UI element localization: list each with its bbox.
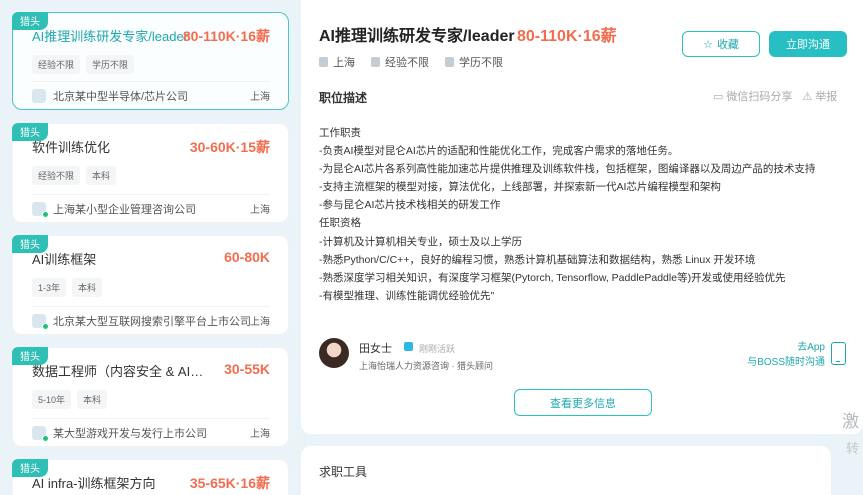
recruiter-company: 上海怡瑞人力资源咨询 · 猎头顾问 [359,361,493,371]
watermark-text: 激 [842,412,859,431]
company-city: 上海 [250,92,270,103]
app-promo-line: 去App [797,342,825,353]
app-promo[interactable]: 去App 与BOSS随时沟通 [739,340,825,370]
job-tag: 1-3年 [32,278,67,297]
description-line: -负责AI模型对昆仑AI芯片的适配和性能优化工作，完成客户需求的落地任务。 [319,145,679,158]
company-logo-icon [32,425,49,442]
favorite-label: 收藏 [716,39,739,51]
job-tag: 经验不限 [32,55,81,74]
job-card[interactable]: 猎头 数据工程师（内容安全 & AI训练... 30-55K 5-10年 本科 … [12,347,289,447]
location-icon [319,57,328,67]
company-row[interactable]: 北京某大型互联网搜索引擎平台上市公司 上海 [32,306,270,334]
company-logo-icon [32,313,49,330]
company-name: 某大型游戏开发与发行上市公司 [53,427,207,440]
chat-now-button[interactable]: 立即沟通 [769,31,847,57]
recruiter-name: 田女士 [359,343,392,355]
job-card[interactable]: 猎头 AI推理训练研发专家/leader 80-110K·16薪 经验不限 学历… [12,12,289,110]
company-name: 北京某大型互联网搜索引擎平台上市公司 [53,315,250,328]
graduation-cap-icon [445,57,454,67]
job-card[interactable]: 猎头 AI训练框架 60-80K 1-3年 本科 北京某大型互联网搜索引擎平台上… [12,235,289,335]
page-title: AI推理训练研发专家/leader [319,28,515,45]
phone-icon[interactable] [831,342,846,365]
job-tag: 学历不限 [86,55,135,74]
meta-experience: 经验不限 [371,54,429,70]
online-dot-icon [42,322,49,330]
description-line: 任职资格 [319,217,361,230]
job-tags: 经验不限 本科 [32,166,117,185]
description-line: 工作职责 [319,127,361,139]
company-row[interactable]: 上海某小型企业管理咨询公司 上海 [32,194,270,222]
watermark-text: 转 [846,441,860,456]
job-title: 数据工程师（内容安全 & AI训练... [32,364,207,379]
view-more-button[interactable]: 查看更多信息 [514,389,652,416]
online-dot-icon [42,434,49,442]
share-bar: ▭ 微信扫码分享 ⚠ 举报 [713,88,837,104]
job-salary: 30-55K [224,361,270,377]
wechat-icon: ▭ [713,90,724,103]
job-tag: 本科 [86,166,117,185]
company-row[interactable]: 北京某中型半导体/芯片公司 上海 [32,81,270,109]
job-title: 软件训练优化 [32,140,111,155]
job-tags: 经验不限 学历不限 [32,55,135,74]
description-line: -支持主流框架的模型对接，算法优化，上线部署，并探索新一代AI芯片编程模型和架构 [319,181,721,194]
recruiter-info: 田女士 刚刚活跃 上海怡瑞人力资源咨询 · 猎头顾问 去App 与BOSS随时沟… [319,338,849,374]
avatar[interactable] [319,338,349,368]
job-tags: 1-3年 本科 [32,278,103,297]
company-logo-icon [32,88,46,103]
company-city: 上海 [250,205,270,216]
company-city: 上海 [250,429,270,440]
job-tag: 本科 [77,390,108,409]
description-line: -熟悉Python/C/C++，良好的编程习惯，熟悉计算机基础算法和数据结构，熟… [319,253,756,266]
job-salary: 80-110K·16薪 [182,28,270,44]
company-name: 北京某中型半导体/芯片公司 [53,90,189,103]
job-title: AI训练框架 [32,252,97,267]
job-tag: 经验不限 [32,166,81,185]
description-line: -熟悉深度学习相关知识，有深度学习框架(Pytorch, Tensorflow,… [319,271,786,284]
job-title: AI infra-训练框架方向 [32,476,156,491]
meta-education: 学历不限 [445,54,503,70]
verified-icon [404,342,413,351]
job-description-card: 职位描述 ▭ 微信扫码分享 ⚠ 举报 工作职责 -负责AI模型对昆仑AI芯片的适配和… [301,85,863,434]
online-dot-icon [42,210,49,218]
description-line: -计算机及计算机相关专业，硕士及以上学历 [319,235,522,248]
job-salary: 30-60K·15薪 [189,139,270,155]
star-icon: ☆ [703,38,713,51]
favorite-button[interactable]: ☆ 收藏 [682,31,760,57]
job-list: 猎头 AI推理训练研发专家/leader 80-110K·16薪 经验不限 学历… [0,0,300,495]
description-body: 工作职责 -负责AI模型对昆仑AI芯片的适配和性能优化工作，完成客户需求的落地任… [319,124,839,305]
company-name: 上海某小型企业管理咨询公司 [53,203,196,216]
job-card[interactable]: 猎头 软件训练优化 30-60K·15薪 经验不限 本科 上海某小型企业管理咨询… [12,123,289,223]
job-header: AI推理训练研发专家/leader 80-110K·16薪 上海 经验不限 学历… [301,0,863,85]
job-salary: 35-65K·16薪 [189,475,270,491]
description-line: -参与昆仑AI芯片技术栈相关的研发工作 [319,199,501,212]
recruiter-status: 刚刚活跃 [419,344,456,354]
company-logo-icon [32,201,49,218]
tools-title: 求职工具 [319,465,368,479]
header-salary: 80-110K·16薪 [517,28,617,45]
job-salary: 60-80K [224,249,270,265]
job-meta: 上海 经验不限 学历不限 [319,54,503,70]
company-row[interactable]: 某大型游戏开发与发行上市公司 上海 [32,418,270,446]
meta-city: 上海 [319,54,355,70]
briefcase-icon [371,57,380,67]
report-link[interactable]: ⚠ 举报 [802,88,837,104]
job-tools-card: 求职工具 [301,446,831,495]
report-icon: ⚠ [802,90,813,103]
section-title: 职位描述 [319,91,368,105]
job-title: AI推理训练研发专家/leader [32,29,189,44]
company-city: 上海 [250,317,270,328]
description-line: -有模型推理、训练性能调优经验优先" [319,289,495,302]
job-tag: 5-10年 [32,390,72,409]
job-card[interactable]: 猎头 AI infra-训练框架方向 35-65K·16薪 [12,459,289,495]
job-tag: 本科 [72,278,103,297]
description-line: -为昆仑AI芯片各系列高性能加速芯片提供推理及训练软件栈，包括框架，图编译器以及… [319,163,816,176]
wechat-share[interactable]: ▭ 微信扫码分享 [713,88,792,104]
app-promo-line: 与BOSS随时沟通 [747,357,825,368]
job-tags: 5-10年 本科 [32,390,108,409]
